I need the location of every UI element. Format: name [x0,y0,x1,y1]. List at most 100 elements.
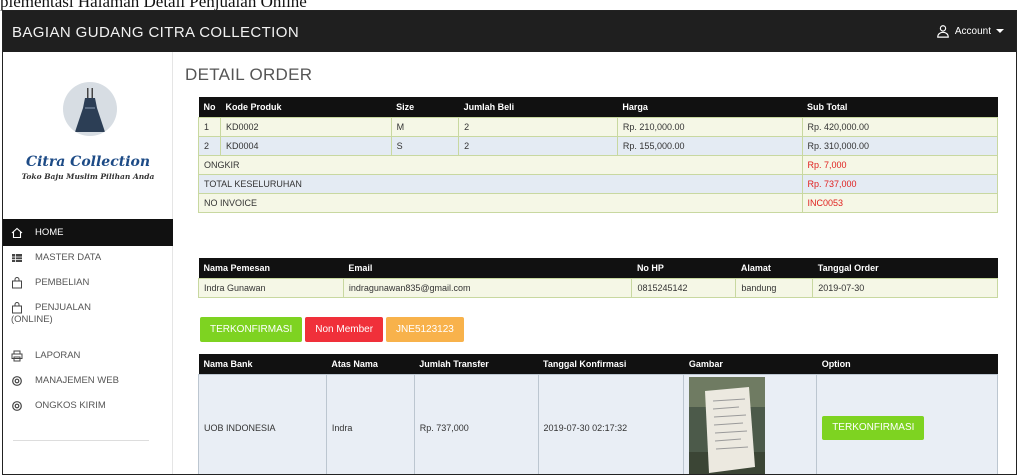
label-line-2: (ONLINE) [11,314,53,325]
column-header: Tanggal Order [812,258,998,278]
bank-name: UOB INDONESIA [198,373,327,474]
sidebar: Citra Collection Toko Baju Muslim Piliha… [3,52,173,474]
table-row: 1 KD0002 M 2 Rp. 210,000.00 Rp. 420,000.… [198,116,998,137]
sidebar-item-label: MASTER DATA [35,252,102,263]
top-navbar: BAGIAN GUDANG CITRA COLLECTION Account [3,11,1016,52]
confirm-payment-button[interactable]: TERKONFIRMASI [822,415,925,440]
table-header-row: No Kode Produk Size Jumlah Beli Harga Su… [198,97,998,117]
store-logo: Citra Collection Toko Baju Muslim Piliha… [3,72,173,192]
confirmation-date: 2019-07-30 02:17:32 [537,373,685,474]
customer-address: bandung [735,277,814,298]
column-header: Atas Nama [326,354,415,374]
sidebar-divider [13,440,149,441]
sidebar-nav: HOME MASTER DATA PEMBELIAN PENJUALAN (ONL… [3,219,173,425]
bag-icon [12,277,22,289]
grid-icon [12,254,22,262]
invoice-value: INC0053 [801,192,998,213]
caret-down-icon [996,29,1004,33]
payment-table: Nama Bank Atas Nama Jumlah Transfer Tang… [198,354,998,475]
sidebar-item-label: PEMBELIAN [35,277,90,288]
label-line-1: PENJUALAN [35,302,91,313]
table-cell: 2 [198,135,221,156]
logo-subtitle: Toko Baju Muslim Pilihan Anda [21,172,155,181]
table-cell: KD0002 [220,116,392,137]
user-icon [937,25,949,38]
receipt-image[interactable] [689,376,766,475]
total-value: Rp. 737,000 [801,173,998,194]
settings-icon [12,376,22,386]
invoice-label: NO INVOICE [198,192,803,213]
receipt-image-cell [683,373,818,475]
sidebar-item-label: LAPORAN [35,350,81,361]
table-cell: 1 [198,116,221,137]
account-label: Account [954,25,991,37]
ongkir-row: ONGKIR Rp. 7,000 [198,154,998,175]
order-items-table: No Kode Produk Size Jumlah Beli Harga Su… [198,97,998,213]
home-icon [11,227,23,238]
column-header: Email [343,258,632,278]
ongkir-value: Rp. 7,000 [801,154,998,175]
column-header: Alamat [735,258,813,278]
account-name: Indra [325,373,415,474]
column-header: Nama Pemesan [198,258,344,278]
print-icon [11,350,23,362]
sidebar-item-label: ONGKOS KIRIM [35,400,106,411]
sidebar-item-label: HOME [35,227,64,238]
table-cell: S [390,135,460,156]
customer-table: Nama Pemesan Email No HP Alamat Tanggal … [198,258,998,298]
sidebar-item-laporan[interactable]: LAPORAN [3,350,173,375]
table-cell: M [390,116,460,137]
customer-name: Indra Gunawan [198,277,344,298]
column-header: Harga [617,97,802,117]
tracking-number-button[interactable]: JNE5123123 [386,317,464,342]
column-header: Jumlah Beli [458,97,618,117]
sidebar-item-ongkos-kirim[interactable]: ONGKOS KIRIM [3,400,173,425]
sidebar-item-label: MANAJEMEN WEB [35,375,119,386]
column-header: Kode Produk [220,97,392,117]
account-menu[interactable]: Account [936,24,1004,38]
sidebar-item-label: PENJUALAN (ONLINE) [11,302,91,326]
column-header: Size [391,97,459,117]
settings-icon [12,401,22,411]
order-date: 2019-07-30 [812,277,998,298]
document-caption: plementasi Halaman Detail Penjualan Onli… [0,0,307,11]
sidebar-item-home[interactable]: HOME [3,219,173,246]
status-confirmed-button[interactable]: TERKONFIRMASI [200,317,303,342]
column-header: Jumlah Transfer [414,354,539,374]
bag-icon [12,302,22,314]
customer-phone: 0815245142 [631,277,737,298]
logo-title: Citra Collection [25,154,151,170]
table-cell: Rp. 210,000.00 [616,116,803,137]
table-cell: Rp. 310,000.00 [801,135,998,156]
sidebar-item-master-data[interactable]: MASTER DATA [3,252,173,277]
column-header: No HP [631,258,736,278]
table-cell: Rp. 420,000.00 [801,116,998,137]
status-badges: TERKONFIRMASI Non Member JNE5123123 [200,317,464,342]
sidebar-item-manajemen-web[interactable]: MANAJEMEN WEB [3,375,173,400]
table-header-row: Nama Pemesan Email No HP Alamat Tanggal … [198,258,998,278]
column-header: Gambar [683,354,817,374]
table-cell: 2 [458,135,618,156]
transfer-amount: Rp. 737,000 [413,373,539,474]
total-label: TOTAL KESELURUHAN [198,173,803,194]
table-row: UOB INDONESIA Indra Rp. 737,000 2019-07-… [198,373,998,475]
app-window: BAGIAN GUDANG CITRA COLLECTION Account C… [2,10,1017,475]
brand-title[interactable]: BAGIAN GUDANG CITRA COLLECTION [12,24,299,41]
option-cell: TERKONFIRMASI [816,373,998,474]
member-type-button[interactable]: Non Member [305,317,384,342]
column-header: Sub Total [802,97,998,117]
column-header: Option [816,354,998,374]
table-row: 2 KD0004 S 2 Rp. 155,000.00 Rp. 310,000.… [198,135,998,156]
column-header: Tanggal Konfirmasi [538,354,684,374]
sidebar-item-penjualan-online[interactable]: PENJUALAN (ONLINE) [3,302,173,350]
table-header-row: Nama Bank Atas Nama Jumlah Transfer Tang… [198,354,998,374]
sidebar-item-pembelian[interactable]: PEMBELIAN [3,277,173,302]
column-header: No [198,97,221,117]
page-title: DETAIL ORDER [185,65,313,84]
ongkir-label: ONGKIR [198,154,803,175]
table-cell: Rp. 155,000.00 [616,135,803,156]
dress-logo-icon [63,82,117,136]
table-cell: 2 [458,116,618,137]
table-row: Indra Gunawan indragunawan835@gmail.com … [198,277,998,298]
table-cell: KD0004 [220,135,392,156]
